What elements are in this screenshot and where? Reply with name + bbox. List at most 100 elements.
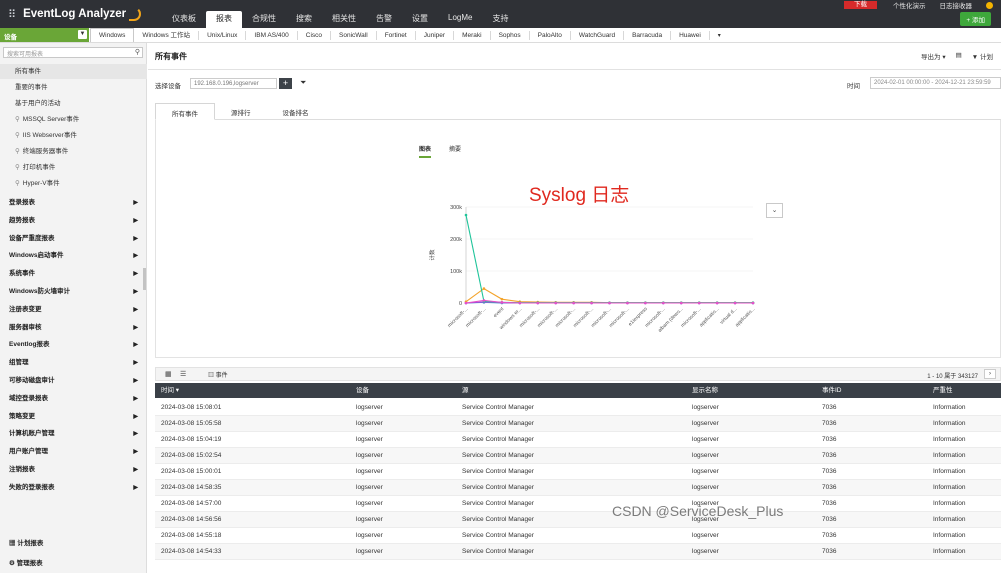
device-tab[interactable]: WatchGuard — [571, 30, 625, 40]
report-tab[interactable]: 设备排名 — [267, 103, 325, 120]
device-tab[interactable]: PaloAlto — [530, 30, 571, 40]
sidebar-group[interactable]: 系统事件 ▶ — [0, 265, 147, 283]
sidebar-group[interactable]: 域控登录报表 ▶ — [0, 390, 147, 408]
notification-icon[interactable] — [986, 1, 993, 9]
nav-item[interactable]: 支持 — [482, 11, 518, 28]
report-search-input[interactable]: 搜索可用报表 ⚲ — [3, 47, 143, 58]
table-row[interactable]: 2024-03-08 14:54:33 logserver Service Cont… — [155, 544, 1001, 560]
device-tab[interactable]: SonicWall — [331, 30, 377, 40]
device-tab[interactable]: Juniper — [416, 30, 455, 40]
app-logo[interactable]: ⠿ EventLog Analyzer — [8, 7, 142, 21]
export-dropdown[interactable]: 导出为 ▾ — [921, 51, 946, 61]
schedule-button[interactable]: ▼ 计划 — [972, 51, 993, 61]
table-row[interactable]: 2024-03-08 15:02:54 logserver Service Cont… — [155, 448, 1001, 464]
table-row[interactable]: 2024-03-08 15:05:58 logserver Service Cont… — [155, 416, 1001, 432]
chevron-down-icon[interactable]: ▼ — [78, 30, 87, 39]
filter-icon[interactable]: ⏷ — [300, 78, 306, 88]
column-header[interactable]: 事件ID — [822, 383, 842, 398]
sidebar-group-label: 登录报表 — [9, 199, 35, 206]
search-icon[interactable]: ⚲ — [135, 48, 140, 56]
table-view-icon[interactable]: ▦ — [165, 370, 172, 378]
nav-item[interactable]: 合规性 — [242, 11, 286, 28]
nav-item[interactable]: 相关性 — [322, 11, 366, 28]
sidebar-group[interactable]: Windows启动事件 ▶ — [0, 247, 147, 265]
pdf-icon[interactable]: ▤ — [956, 51, 962, 61]
chart-options-dropdown[interactable]: ⌄ — [766, 203, 783, 218]
events-label: 事件 — [215, 373, 228, 379]
scheduled-reports-link[interactable]: ▦ 计划报表 — [9, 537, 43, 547]
column-header[interactable]: 源 — [462, 383, 469, 398]
report-tab[interactable]: 源排行 — [215, 103, 267, 120]
sidebar-subitem[interactable]: ⚲ 终端服务器事件 — [0, 144, 147, 159]
sidebar-item[interactable]: 重要的事件 — [0, 80, 147, 95]
table-row[interactable]: 2024-03-08 14:55:18 logserver Service Cont… — [155, 528, 1001, 544]
sidebar-subitem[interactable]: ⚲ IIS Webserver事件 — [0, 128, 147, 143]
sidebar-subitem[interactable]: ⚲ Hyper-V事件 — [0, 176, 147, 191]
data-point — [572, 301, 575, 305]
sidebar-group[interactable]: 设备严重度报表 ▶ — [0, 230, 147, 248]
manage-reports-link[interactable]: ⚙ 管理报表 — [9, 557, 43, 567]
sidebar-item[interactable]: 基于用户的活动 — [0, 96, 147, 111]
sidebar-group[interactable]: 计算机账户管理 ▶ — [0, 425, 147, 443]
device-tab[interactable]: Huawei — [671, 30, 710, 40]
nav-item[interactable]: LogMe — [438, 11, 482, 28]
sidebar-subitem[interactable]: ⚲ MSSQL Server事件 — [0, 112, 147, 127]
table-cell: 2024-03-08 14:58:35 — [161, 484, 222, 491]
personalize-link[interactable]: 个性化演示 — [893, 0, 926, 10]
nav-item[interactable]: 仪表板 — [162, 11, 206, 28]
table-row[interactable]: 2024-03-08 15:08:01 logserver Service Cont… — [155, 400, 1001, 416]
sidebar-group[interactable]: 注册表变更 ▶ — [0, 301, 147, 319]
next-page-button[interactable]: › — [984, 369, 996, 379]
device-tab[interactable]: Unix/Linux — [199, 30, 247, 40]
sidebar-group[interactable]: 服务器审核 ▶ — [0, 319, 147, 337]
column-header[interactable]: 时间 ▾ — [161, 383, 179, 398]
device-selector[interactable]: 设备 ▼ — [0, 28, 89, 42]
device-tab[interactable]: Windows 工作站 — [134, 30, 200, 40]
chevron-right-icon: ▶ — [133, 395, 138, 402]
nav-item[interactable]: 搜索 — [286, 11, 322, 28]
nav-item[interactable]: 设置 — [402, 11, 438, 28]
log-receiver-link[interactable]: 日志接收器 — [940, 0, 973, 10]
device-input[interactable]: 192.168.0.196,logserver — [190, 78, 277, 89]
sidebar-group[interactable]: Eventlog报表 ▶ — [0, 336, 147, 354]
more-tabs-icon[interactable]: ▾ — [710, 32, 729, 39]
table-row[interactable]: 2024-03-08 14:58:35 logserver Service Cont… — [155, 480, 1001, 496]
device-tab[interactable]: Cisco — [298, 30, 332, 40]
report-tab[interactable]: 所有事件 — [155, 103, 215, 120]
table-row[interactable]: 2024-03-08 15:04:19 logserver Service Cont… — [155, 432, 1001, 448]
device-tab[interactable]: Fortinet — [377, 30, 416, 40]
sidebar-item[interactable]: 所有事件 — [0, 64, 147, 79]
device-tab[interactable]: Windows — [90, 28, 135, 42]
y-tick-label: 200k — [450, 237, 462, 243]
nav-item[interactable]: 报表 — [206, 11, 242, 28]
sidebar-group[interactable]: 策略变更 ▶ — [0, 408, 147, 426]
sidebar-group[interactable]: 注销报表 ▶ — [0, 461, 147, 479]
device-tab[interactable]: Barracuda — [624, 30, 672, 40]
add-button[interactable]: + 添加 — [960, 12, 991, 26]
sidebar-group[interactable]: 趋势报表 ▶ — [0, 212, 147, 230]
column-header[interactable]: 设备 — [356, 383, 369, 398]
list-view-icon[interactable]: ☰ — [180, 370, 186, 378]
column-header[interactable]: 严重性 — [933, 383, 953, 398]
sidebar-group[interactable]: 失败的登录报表 ▶ — [0, 479, 147, 497]
nav-item[interactable]: 告警 — [366, 11, 402, 28]
table-cell: Service Control Manager — [462, 404, 534, 411]
sidebar-group[interactable]: 登录报表 ▶ — [0, 194, 147, 212]
events-column-chooser[interactable]: ▥ 事件 — [208, 370, 228, 379]
column-header[interactable]: 显示名称 — [692, 383, 718, 398]
sidebar-group[interactable]: 组管理 ▶ — [0, 354, 147, 372]
apps-grid-icon[interactable]: ⠿ — [8, 8, 16, 21]
sidebar-group[interactable]: Windows防火墙审计 ▶ — [0, 283, 147, 301]
table-row[interactable]: 2024-03-08 15:00:01 logserver Service Cont… — [155, 464, 1001, 480]
device-tab[interactable]: Sophos — [491, 30, 530, 40]
sidebar-group[interactable]: 用户账户管理 ▶ — [0, 443, 147, 461]
sidebar-subitem[interactable]: ⚲ 打印机事件 — [0, 160, 147, 175]
date-range-input[interactable]: 2024-02-01 00:00:00 - 2024-12-21 23:59:5… — [870, 77, 1001, 89]
table-row[interactable]: 2024-03-08 14:57:00 logserver Service Cont… — [155, 496, 1001, 512]
sidebar-group[interactable]: 可移动磁盘审计 ▶ — [0, 372, 147, 390]
add-device-button[interactable]: + — [279, 78, 292, 89]
device-tab[interactable]: Meraki — [454, 30, 491, 40]
table-row[interactable]: 2024-03-08 14:56:56 logserver Service Cont… — [155, 512, 1001, 528]
download-button[interactable]: 下载 — [844, 1, 877, 9]
device-tab[interactable]: IBM AS/400 — [246, 30, 298, 40]
